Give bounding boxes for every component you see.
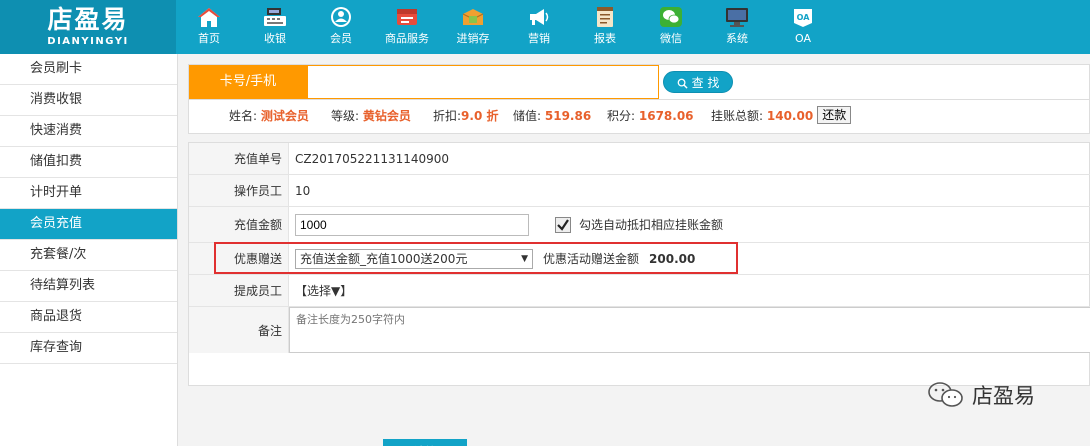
nav-label: 营销 [528, 32, 550, 45]
promo-label: 优惠赠送 [189, 243, 289, 274]
repay-button[interactable]: 还款 [817, 106, 852, 124]
order-no-value: CZ201705221131140900 [295, 151, 450, 166]
member-icon [331, 7, 351, 27]
member-points-field: 积分: 1678.06 [607, 109, 694, 123]
form-row-promo: 优惠赠送 充值送金额_充值1000送200元 ▼ 优惠活动赠送金额 200.00 [189, 243, 1090, 275]
operator-label: 操作员工 [189, 175, 289, 206]
card-number-input[interactable] [307, 65, 659, 99]
sidebar: 会员刷卡 消费收银 快速消费 储值扣费 计时开单 会员充值 充套餐/次 待结算列… [0, 54, 178, 446]
home-icon [198, 8, 220, 27]
inventory-icon [462, 9, 484, 25]
nav-item-wechat[interactable]: 微信 [638, 0, 704, 54]
nav-label: 收银 [264, 32, 286, 45]
search-icon [677, 78, 688, 89]
member-balance: 519.86 [544, 109, 592, 123]
logo-text: 店盈易 [47, 5, 129, 34]
nav-item-report[interactable]: 报表 [572, 0, 638, 54]
svg-text:OA: OA [797, 13, 811, 22]
member-level: 黄钻会员 [362, 109, 411, 123]
sidebar-item-stored-value-deduct[interactable]: 储值扣费 [0, 147, 177, 178]
logo[interactable]: 店盈易 DIANYINGYI [0, 0, 176, 54]
sidebar-item-member-swipe[interactable]: 会员刷卡 [0, 54, 177, 85]
top-bar: 店盈易 DIANYINGYI 首页 收银 会员 商品服务 进销存 营销 报表 微… [0, 0, 1090, 54]
operator-value: 10 [295, 183, 311, 198]
promo-value-wrap: 充值送金额_充值1000送200元 ▼ 优惠活动赠送金额 200.00 [295, 243, 695, 274]
nav-item-system[interactable]: 系统 [704, 0, 770, 54]
amount-label: 充值金额 [189, 207, 289, 242]
order-no-label: 充值单号 [189, 143, 289, 174]
search-button-label: 查 找 [691, 76, 720, 90]
commission-employee-select[interactable]: 【选择▼】 [295, 282, 352, 299]
sidebar-item-checkout[interactable]: 消费收银 [0, 85, 177, 116]
sidebar-item-package-recharge[interactable]: 充套餐/次 [0, 240, 177, 271]
nav-item-product-service[interactable]: 商品服务 [374, 0, 440, 54]
sidebar-item-product-return[interactable]: 商品退货 [0, 302, 177, 333]
commission-value-wrap: 【选择▼】 [295, 275, 352, 306]
form-row-operator: 操作员工 10 [189, 175, 1090, 207]
recharge-form: 充值单号 CZ201705221131140900 操作员工 10 充值金额 勾… [188, 142, 1090, 446]
marketing-icon [530, 9, 549, 25]
product-service-icon [397, 9, 417, 25]
sidebar-item-member-recharge[interactable]: 会员充值 [0, 209, 177, 240]
sidebar-item-stock-query[interactable]: 库存查询 [0, 333, 177, 364]
member-debt: 140.00 [766, 109, 814, 123]
watermark: 店盈易 [926, 378, 1035, 412]
member-info-bar: 姓名: 测试会员 等级: 黄钻会员 折扣:9.0 折 储值: 519.86 积分… [188, 100, 1090, 134]
search-button[interactable]: 查 找 [663, 71, 733, 93]
commission-label: 提成员工 [189, 275, 289, 306]
nav-item-cashier[interactable]: 收银 [242, 0, 308, 54]
member-discount: 9.0 折 [461, 109, 499, 123]
member-discount-field: 折扣:9.0 折 [433, 109, 499, 123]
card-label: 卡号/手机 [189, 65, 307, 99]
system-icon [726, 8, 748, 27]
promo-selected-value: 充值送金额_充值1000送200元 [300, 251, 468, 266]
form-row-remark: 备注 [189, 307, 1090, 353]
promo-select[interactable]: 充值送金额_充值1000送200元 ▼ [295, 248, 533, 269]
cash-register-icon [264, 8, 286, 26]
form-row-amount: 充值金额 勾选自动抵扣相应挂账金额 [189, 207, 1090, 243]
card-search-row: 卡号/手机 查 找 [188, 64, 1090, 100]
nav-label: 会员 [330, 32, 352, 45]
gift-amount-label: 优惠活动赠送金额 [543, 252, 640, 266]
member-debt-field: 挂账总额: 140.00 还款 [711, 100, 852, 132]
nav-label: 首页 [198, 32, 220, 45]
remark-label: 备注 [189, 307, 289, 353]
auto-deduct-label: 勾选自动抵扣相应挂账金额 [579, 218, 724, 232]
nav-item-oa[interactable]: OA OA [770, 0, 836, 54]
sidebar-item-pending-settlement[interactable]: 待结算列表 [0, 271, 177, 302]
member-name: 测试会员 [260, 109, 309, 123]
amount-input[interactable] [295, 213, 529, 236]
gift-amount-value: 200.00 [649, 251, 696, 266]
amount-value-wrap: 勾选自动抵扣相应挂账金额 [295, 207, 723, 242]
report-icon [597, 7, 613, 27]
member-name-field: 姓名: 测试会员 [229, 109, 309, 123]
dropdown-arrow-icon: ▼ [521, 253, 528, 264]
form-row-commission: 提成员工 【选择▼】 [189, 275, 1090, 307]
member-level-field: 等级: 黄钻会员 [331, 109, 411, 123]
nav-label: 商品服务 [385, 32, 429, 45]
nav-item-member[interactable]: 会员 [308, 0, 374, 54]
nav-label: 报表 [594, 32, 616, 45]
watermark-text: 店盈易 [972, 384, 1035, 408]
submit-button[interactable]: 结算 [383, 439, 467, 446]
member-points: 1678.06 [638, 109, 694, 123]
nav-label: 系统 [726, 32, 748, 45]
checkmark-icon [557, 218, 569, 231]
wechat-icon [660, 7, 682, 27]
auto-deduct-checkbox[interactable] [555, 216, 571, 233]
member-balance-field: 储值: 519.86 [513, 109, 592, 123]
sidebar-item-quick-consume[interactable]: 快速消费 [0, 116, 177, 147]
wechat-watermark-icon [928, 382, 963, 407]
nav-item-marketing[interactable]: 营销 [506, 0, 572, 54]
logo-subtext: DIANYINGYI [47, 36, 129, 47]
nav-label: 进销存 [456, 32, 490, 45]
remark-input[interactable] [289, 307, 1090, 353]
nav-item-inventory[interactable]: 进销存 [440, 0, 506, 54]
form-row-order-no: 充值单号 CZ201705221131140900 [189, 143, 1090, 175]
oa-icon: OA [794, 9, 812, 27]
nav-label: OA [795, 32, 811, 45]
nav-label: 微信 [660, 32, 682, 45]
sidebar-item-timed-order[interactable]: 计时开单 [0, 178, 177, 209]
nav-item-home[interactable]: 首页 [176, 0, 242, 54]
